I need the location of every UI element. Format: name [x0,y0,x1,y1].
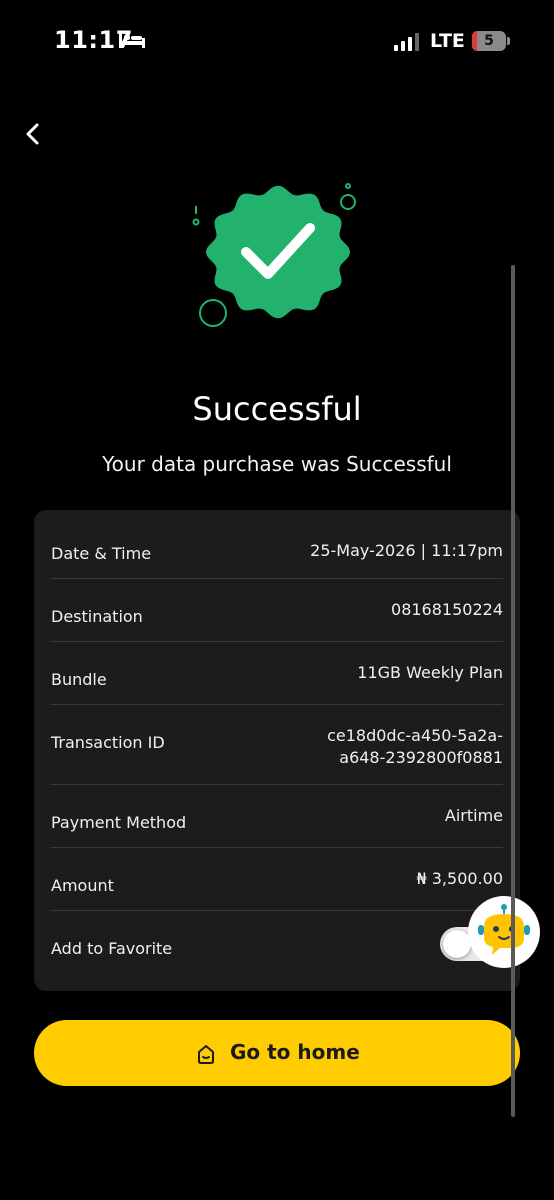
divider [51,910,503,911]
home-icon [196,1043,216,1069]
back-button[interactable] [18,118,50,150]
detail-label: Add to Favorite [51,939,173,958]
battery-nub [507,37,510,45]
go-to-home-button[interactable]: Go to home [34,1020,520,1086]
signal-icon [394,33,422,55]
transaction-id-line-2: a648-2392800f0881 [339,748,503,767]
detail-label: Date & Time [51,544,152,563]
detail-label: Payment Method [51,813,187,832]
network-type: LTE [430,30,465,52]
detail-label: Destination [51,607,143,626]
detail-label: Transaction ID [51,733,165,752]
divider [51,641,503,642]
status-bar: 11:17 LTE 5 [0,0,554,80]
toggle-knob [443,930,471,958]
page-title: Successful [192,390,362,428]
detail-value: 08168150224 [391,600,503,619]
detail-value: Airtime [444,806,503,825]
bed-icon [118,30,146,54]
transaction-id-line-1: ce18d0dc-a450-5a2a- [327,726,503,745]
divider [51,704,503,705]
divider [51,784,503,785]
chevron-left-icon [26,123,39,145]
robot-chat-icon [478,904,530,955]
transaction-details-card: Date & Time 25-May-2026 | 11:17pm Destin… [34,510,520,991]
chat-assistant-button[interactable] [468,896,540,968]
detail-value: ₦ 3,500.00 [416,869,503,888]
detail-value: 11GB Weekly Plan [357,663,503,682]
battery-icon: 5 [472,31,506,51]
detail-label: Bundle [51,670,107,689]
battery-level: 5 [484,33,494,49]
scrollbar[interactable] [511,265,515,1117]
page-subtitle: Your data purchase was Successful [102,452,452,476]
success-badge [180,170,380,340]
divider [51,847,503,848]
go-to-home-label: Go to home [230,1040,360,1064]
detail-label: Amount [51,876,114,895]
divider [51,578,503,579]
detail-value: 25-May-2026 | 11:17pm [310,541,503,560]
